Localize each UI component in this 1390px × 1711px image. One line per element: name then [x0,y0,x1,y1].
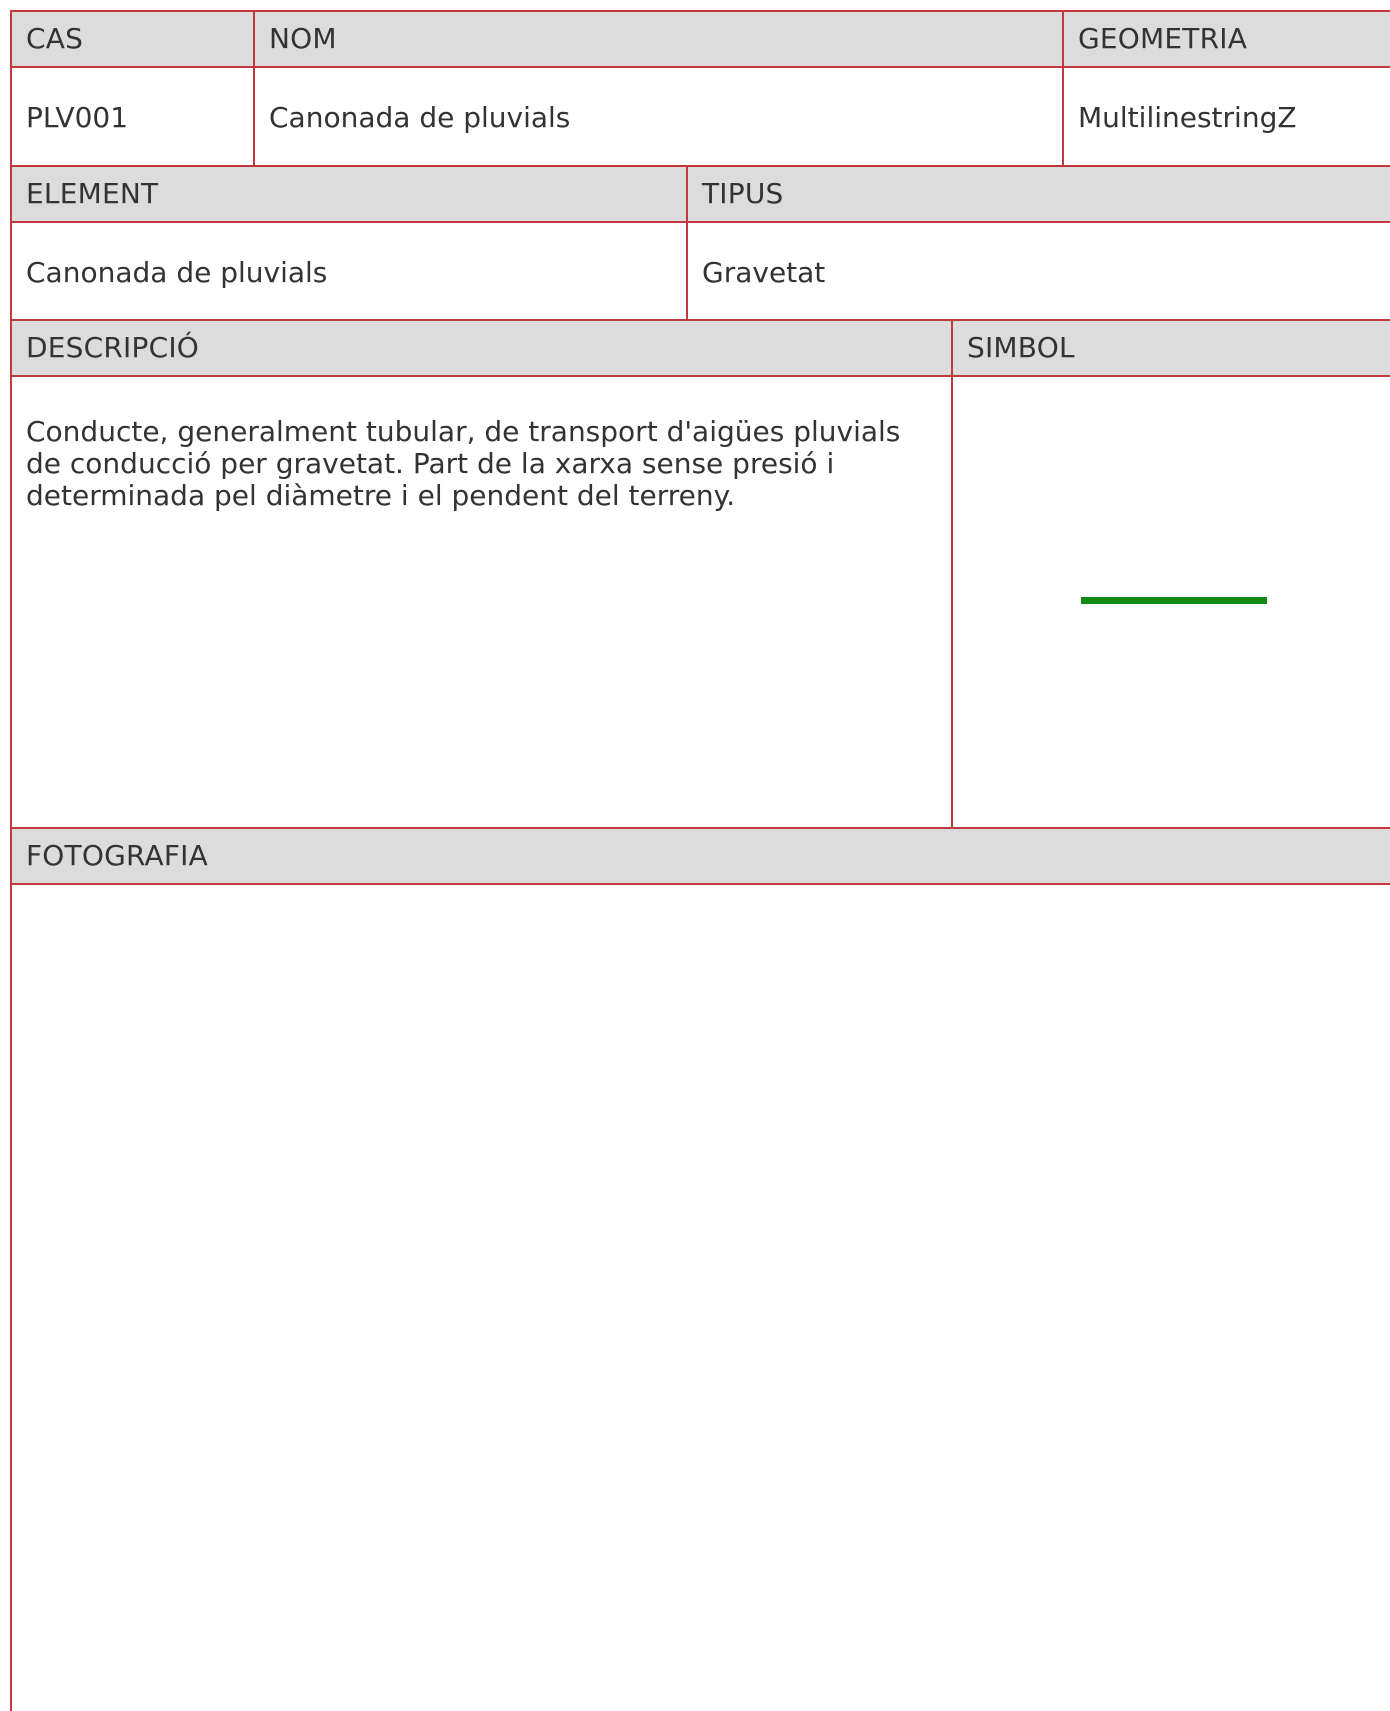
table-border [10,221,1390,223]
table-border [10,375,1390,377]
fotografia-header: FOTOGRAFIA [12,829,1390,883]
cas-header: CAS [12,12,255,66]
table-border [10,165,1390,167]
nom-header: NOM [255,12,1064,66]
table-border [10,10,1390,12]
table-border [10,66,1390,68]
table-border [10,883,1390,885]
element-header: ELEMENT [12,167,688,221]
tipus-header: TIPUS [688,167,1390,221]
descripcio-text: Conducte, generalment tubular, de transp… [26,415,901,512]
geometria-header: GEOMETRIA [1064,12,1390,66]
table-border [1062,10,1064,167]
table-border [10,10,12,1711]
green-line-symbol-icon [1081,597,1267,604]
tipus-value: Gravetat [702,256,826,289]
table-border [10,319,1390,321]
element-value: Canonada de pluvials [26,256,328,289]
table-border [951,319,953,829]
descripcio-header: DESCRIPCIÓ [12,321,953,375]
table-border [686,165,688,321]
table-border [253,10,255,167]
fotografia-area [12,885,1390,1711]
nom-value: Canonada de pluvials [269,101,571,134]
simbol-header: SIMBOL [953,321,1390,375]
geometria-value: MultilinestringZ [1078,101,1297,134]
table-border [10,827,1390,829]
cas-value: PLV001 [26,101,129,134]
